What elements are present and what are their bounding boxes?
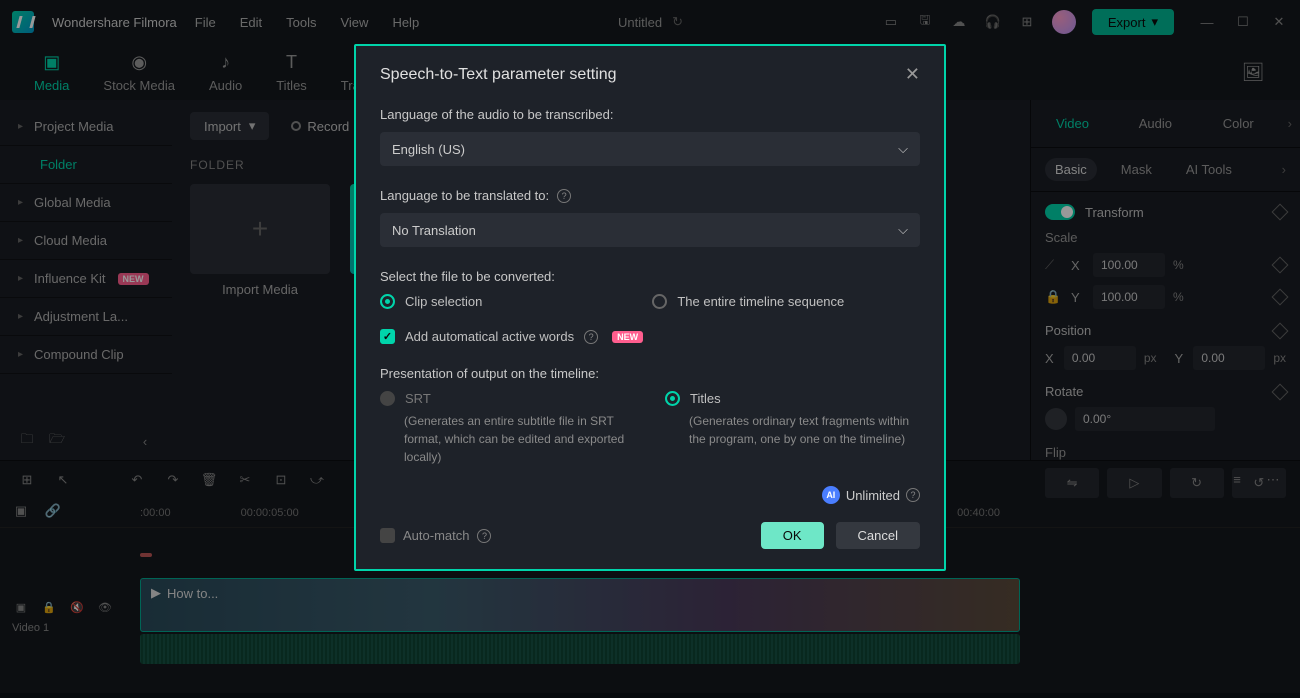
check-icon: ✓ [380, 329, 395, 344]
checkbox-active-words[interactable]: ✓ Add automatical active words ? NEW [380, 329, 920, 344]
chevron-down-icon: ⌵ [898, 141, 908, 157]
select-file-label: Select the file to be converted: [380, 269, 920, 284]
radio-entire-timeline[interactable]: The entire timeline sequence [652, 294, 844, 309]
radio-clip-selection[interactable]: Clip selection [380, 294, 482, 309]
modal-title: Speech-to-Text parameter setting [380, 66, 617, 84]
translate-select[interactable]: No Translation ⌵ [380, 213, 920, 247]
close-icon[interactable]: ✕ [905, 64, 920, 85]
help-icon[interactable]: ? [584, 330, 598, 344]
titles-description: (Generates ordinary text fragments withi… [665, 412, 920, 448]
cancel-button[interactable]: Cancel [836, 522, 920, 549]
radio-icon [665, 391, 680, 406]
modal-overlay: Speech-to-Text parameter setting ✕ Langu… [0, 0, 1300, 698]
radio-icon [380, 294, 395, 309]
new-badge: NEW [612, 331, 643, 343]
unlimited-indicator: AI Unlimited ? [380, 486, 920, 504]
help-icon[interactable]: ? [557, 189, 571, 203]
radio-icon [380, 391, 395, 406]
check-icon: ✓ [380, 528, 395, 543]
presentation-label: Presentation of output on the timeline: [380, 366, 920, 381]
srt-description: (Generates an entire subtitle file in SR… [380, 412, 635, 466]
auto-match-checkbox[interactable]: ✓ Auto-match ? [380, 528, 491, 543]
stt-modal: Speech-to-Text parameter setting ✕ Langu… [354, 44, 946, 571]
ai-icon: AI [822, 486, 840, 504]
translate-label: Language to be translated to: ? [380, 188, 920, 203]
chevron-down-icon: ⌵ [898, 222, 908, 238]
help-icon[interactable]: ? [906, 488, 920, 502]
language-select[interactable]: English (US) ⌵ [380, 132, 920, 166]
help-icon[interactable]: ? [477, 529, 491, 543]
language-label: Language of the audio to be transcribed: [380, 107, 920, 122]
radio-icon [652, 294, 667, 309]
radio-titles[interactable]: Titles [665, 391, 920, 406]
ok-button[interactable]: OK [761, 522, 824, 549]
radio-srt[interactable]: SRT [380, 391, 635, 406]
